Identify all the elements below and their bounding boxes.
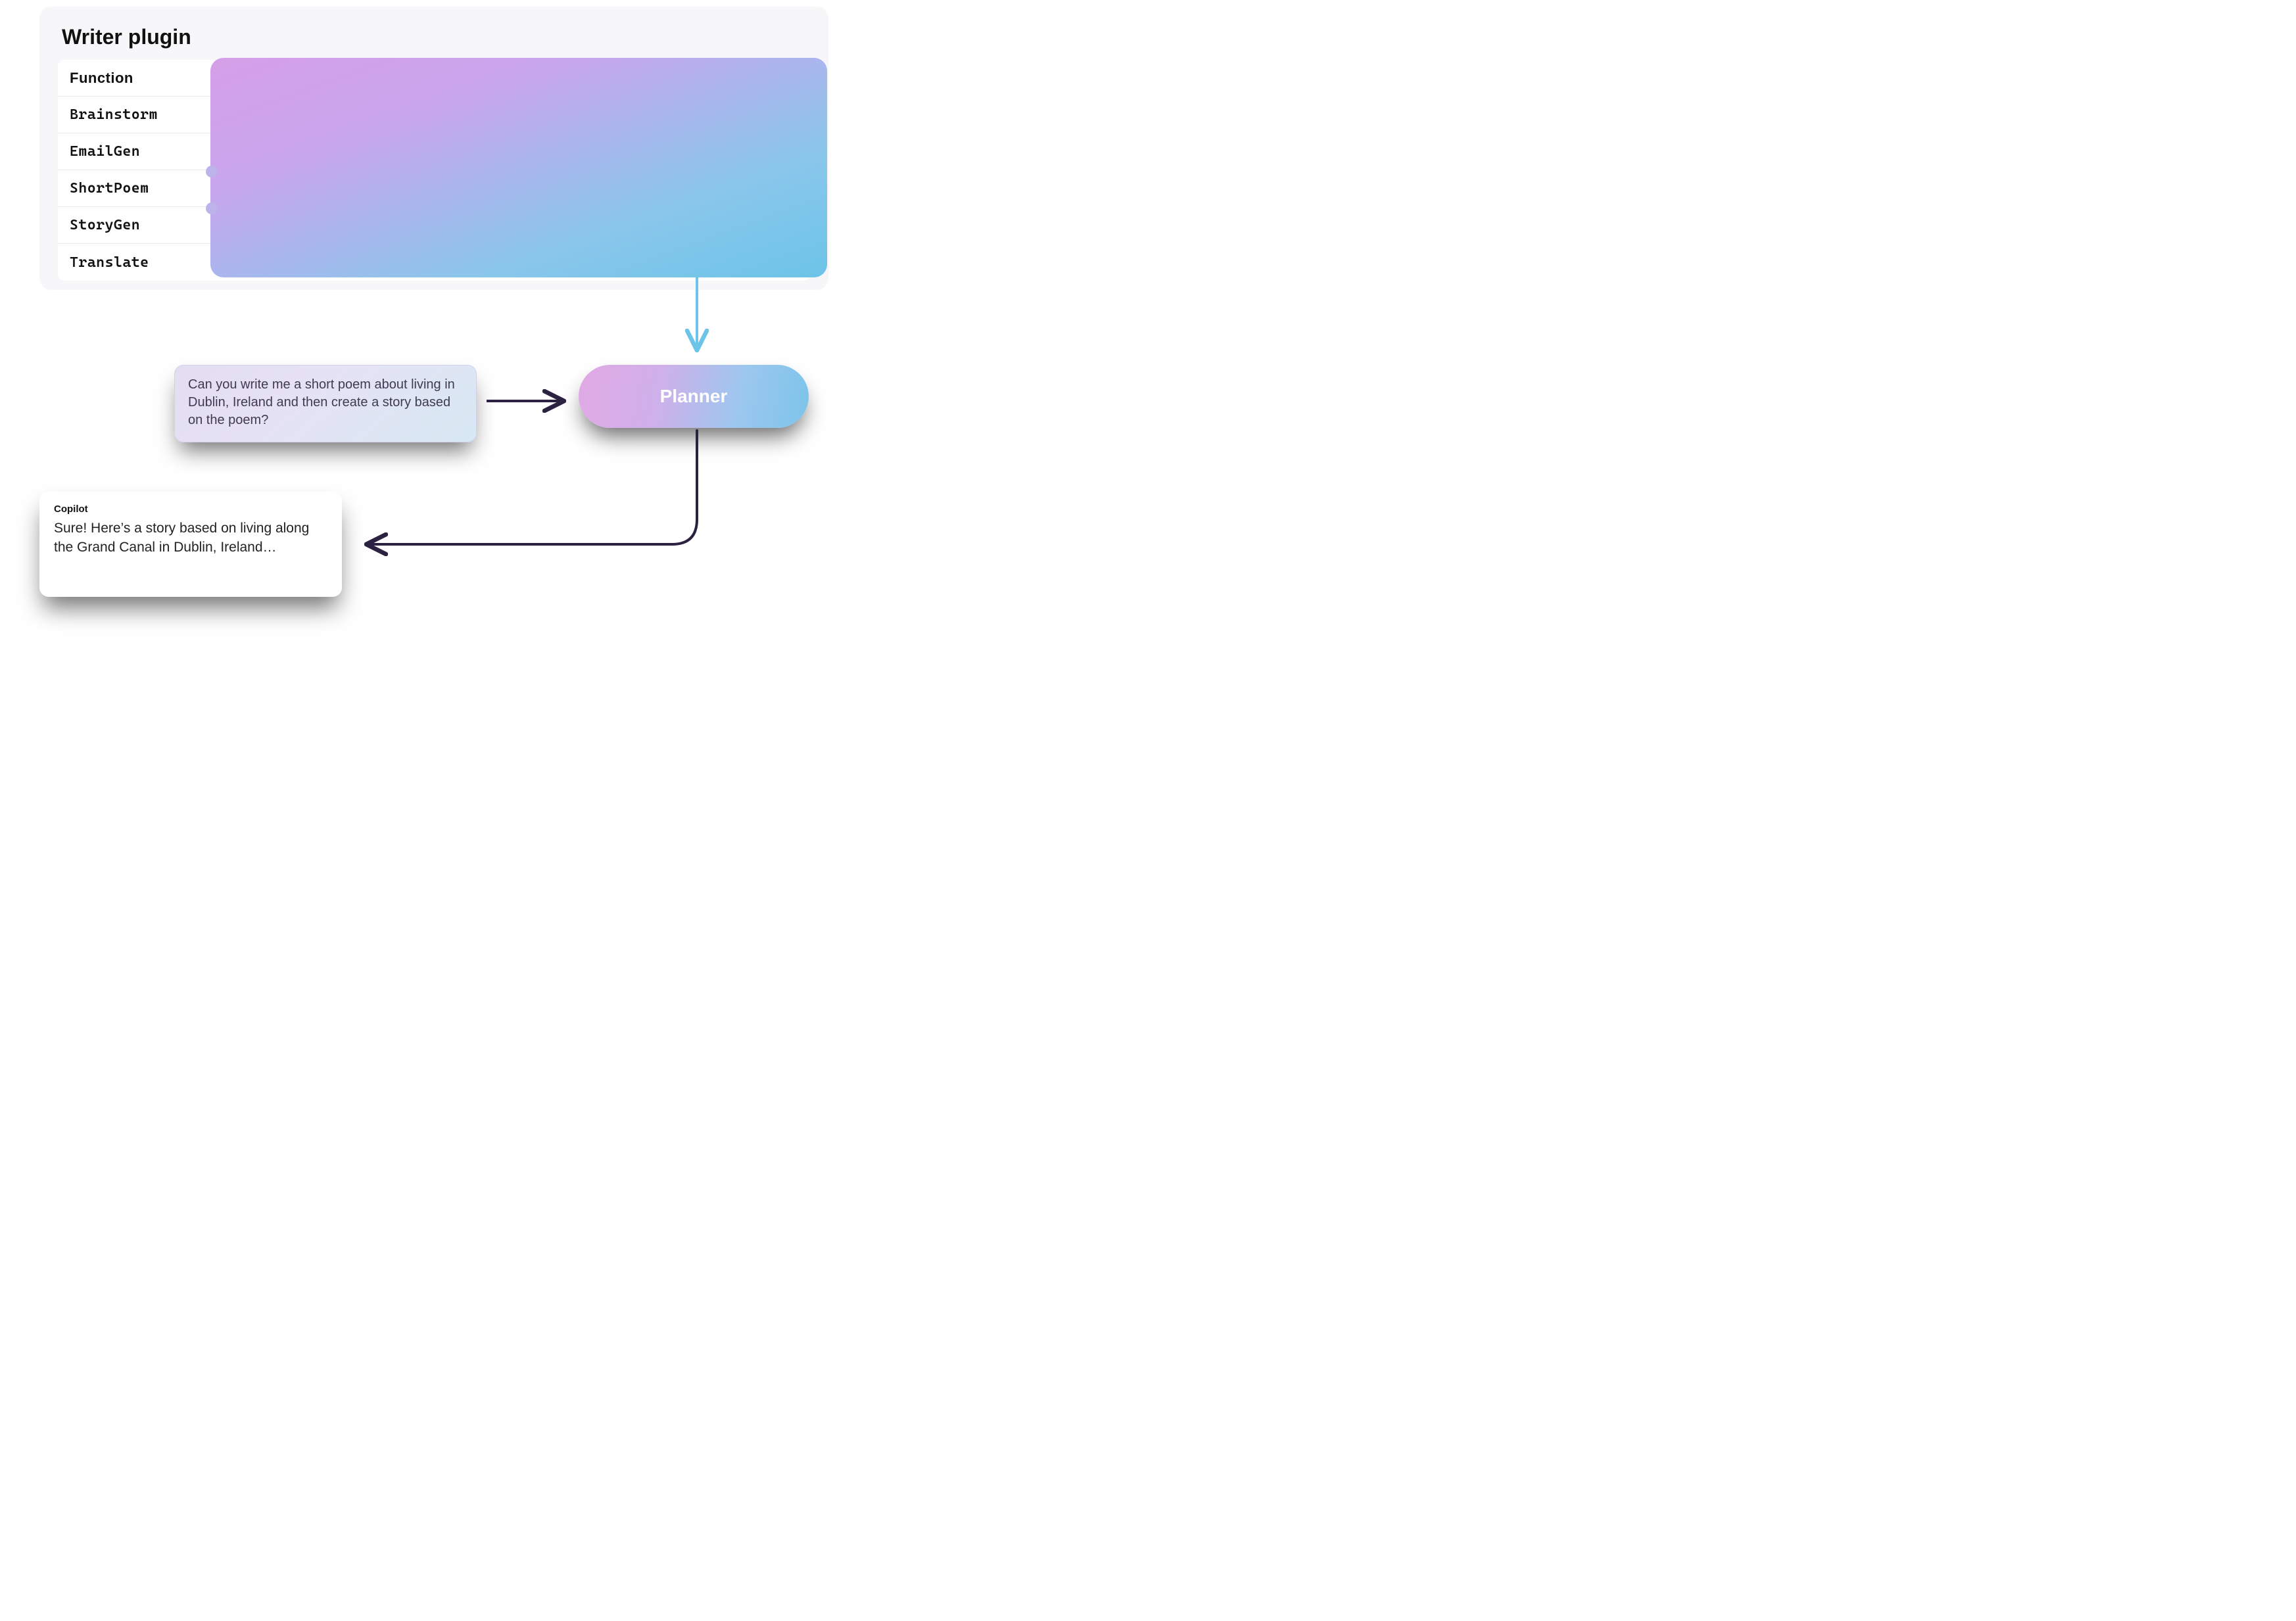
user-prompt-text: Can you write me a short poem about livi…: [188, 377, 455, 427]
table-row: Brainstorm Given a goal or topic descrip…: [58, 97, 810, 133]
response-text: Sure! Here’s a story based on living alo…: [54, 519, 327, 557]
fn-name: StoryGen: [58, 209, 216, 241]
fn-name: Brainstorm: [58, 99, 216, 131]
fn-name: Translate: [58, 247, 216, 279]
planner-node: Planner: [579, 365, 809, 428]
fn-name: EmailGen: [58, 135, 216, 168]
fn-desc: Turn a scenario into a short and enterta…: [216, 172, 810, 205]
table-row: EmailGen Write an email from the given b…: [58, 133, 810, 170]
table-header-row: Function Description for model: [58, 60, 810, 97]
writer-plugin-card: Writer plugin Function Description for m…: [39, 7, 828, 290]
plugin-title: Writer plugin: [62, 25, 806, 49]
fn-desc: Write an email from the given bullet poi…: [216, 135, 810, 168]
table-row: ShortPoem Turn a scenario into a short a…: [58, 170, 810, 207]
header-function: Function: [58, 62, 216, 95]
fn-name: ShortPoem: [58, 172, 216, 204]
user-prompt-bubble: Can you write me a short poem about livi…: [174, 365, 477, 442]
fn-desc: Given a goal or topic description genera…: [216, 99, 810, 131]
arrow-planner-to-response: [368, 431, 697, 544]
table-row: Translate Translate the input into a lan…: [58, 244, 810, 281]
plugin-table: Function Description for model Brainstor…: [58, 60, 810, 281]
header-description: Description for model: [216, 62, 810, 95]
table-row: StoryGen Generate a list of synopsis for…: [58, 207, 810, 244]
response-sender: Copilot: [54, 504, 327, 515]
fn-desc: Generate a list of synopsis for a novel …: [216, 209, 810, 242]
copilot-response-bubble: Copilot Sure! Here’s a story based on li…: [39, 492, 342, 597]
fn-desc: Translate the input into a language of y…: [216, 246, 810, 279]
planner-label: Planner: [660, 386, 728, 407]
